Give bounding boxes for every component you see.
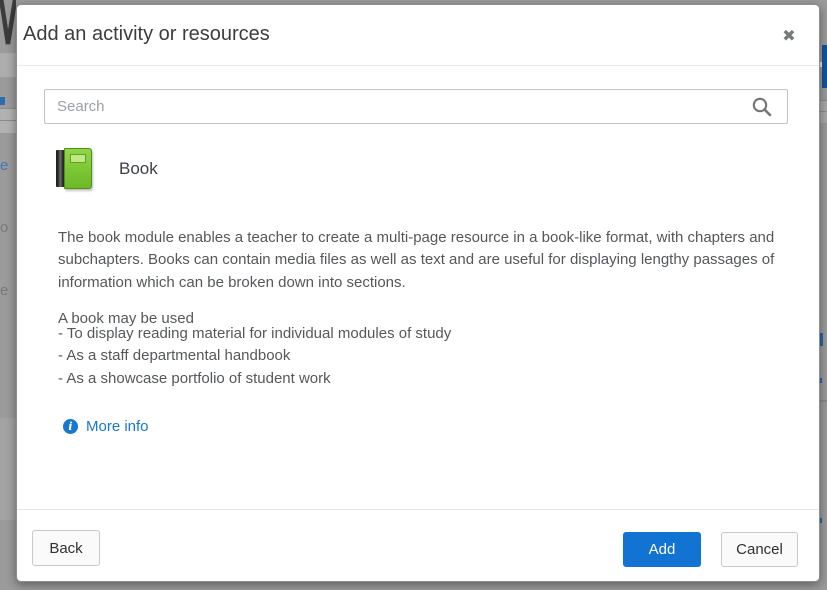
modal-header: Add an activity or resources ✖ — [17, 5, 819, 66]
backdrop-text-fragment: e — [0, 158, 8, 173]
backdrop-block — [0, 418, 16, 520]
book-icon-cover — [64, 148, 92, 189]
module-name: Book — [119, 156, 158, 182]
info-icon: i — [63, 419, 78, 434]
book-icon-spine — [56, 150, 64, 187]
book-icon — [56, 148, 93, 189]
back-button[interactable]: Back — [32, 530, 100, 566]
footer-divider — [17, 509, 819, 510]
backdrop-link-fragment — [0, 97, 5, 105]
search-input[interactable] — [44, 89, 788, 124]
usage-list: - To display reading material for indivi… — [58, 323, 794, 390]
cancel-button[interactable]: Cancel — [721, 532, 798, 567]
close-icon[interactable]: ✖ — [779, 26, 799, 46]
more-info-label: More info — [86, 418, 149, 436]
backdrop-row — [819, 111, 827, 123]
backdrop-text-fragment: o — [0, 220, 8, 235]
module-description: The book module enables a teacher to cre… — [58, 227, 794, 294]
search-icon — [750, 95, 774, 119]
add-button[interactable]: Add — [623, 532, 701, 567]
backdrop-text-fragment: e — [0, 283, 8, 298]
backdrop-block — [0, 53, 16, 77]
backdrop-right-sliver — [819, 0, 827, 590]
modal-title: Add an activity or resources — [23, 5, 270, 64]
book-icon-label — [70, 154, 86, 163]
usage-list-item: - As a showcase portfolio of student wor… — [58, 368, 794, 390]
backdrop-blue-button-fragment — [822, 45, 827, 88]
backdrop-row — [0, 120, 16, 133]
usage-list-item: - To display reading material for indivi… — [58, 323, 794, 345]
backdrop-divider — [819, 400, 827, 402]
backdrop-left-sliver: e o e — [0, 0, 16, 590]
add-activity-modal: Add an activity or resources ✖ Book The … — [16, 4, 820, 582]
usage-list-item: - As a staff departmental handbook — [58, 345, 794, 367]
backdrop-letter-w-fragment — [0, 0, 16, 48]
